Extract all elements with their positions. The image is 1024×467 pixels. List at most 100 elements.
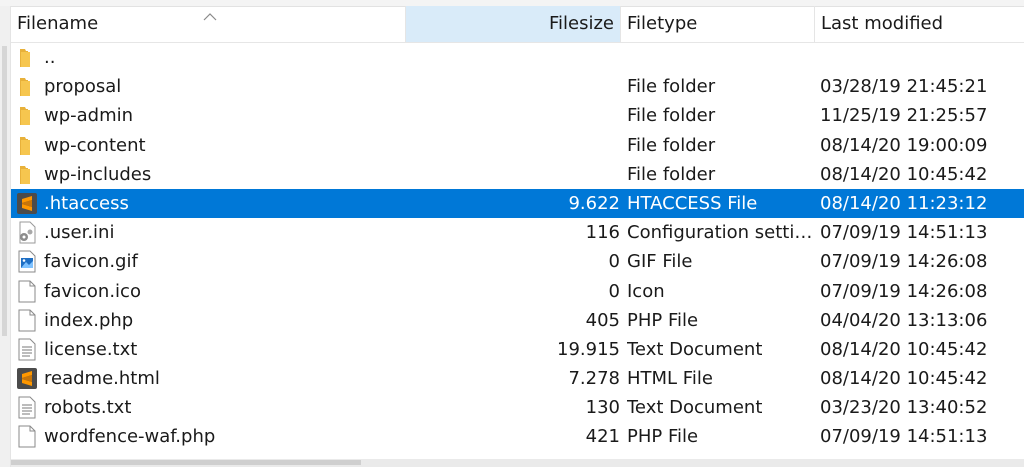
file-size: 421 <box>585 426 620 448</box>
file-type: Configuration settin... <box>627 222 815 244</box>
file-last-modified: 08/14/20 19:00:09 <box>820 134 988 156</box>
file-size: 116 <box>585 222 620 244</box>
file-name: favicon.gif <box>44 251 138 273</box>
horizontal-scrollbar-thumb[interactable] <box>11 460 361 465</box>
file-name: proposal <box>44 76 122 98</box>
file-size <box>406 160 620 189</box>
file-size: 0 <box>608 251 620 273</box>
file-type: File folder <box>627 163 716 185</box>
file-row[interactable]: favicon.gif 0 GIF File 07/09/19 14:26:08 <box>11 247 1024 276</box>
file-size: 19.915 <box>557 338 620 360</box>
blank-file-icon <box>16 309 38 332</box>
file-name: wp-includes <box>44 163 152 185</box>
file-row[interactable]: wp-includes File folder 08/14/20 10:45:42 <box>11 160 1024 189</box>
file-type: Text Document <box>627 397 763 419</box>
file-last-modified: 03/23/20 13:40:52 <box>820 397 988 419</box>
left-scrollbar[interactable] <box>0 6 11 467</box>
file-size: 9.622 <box>568 192 620 214</box>
file-type: HTACCESS File <box>627 192 758 214</box>
file-type: PHP File <box>627 426 699 448</box>
file-name: readme.html <box>44 368 160 390</box>
file-type: Icon <box>627 280 665 302</box>
file-row[interactable]: readme.html 7.278 HTML File 08/14/20 10:45:… <box>11 364 1024 393</box>
column-header-filesize-label: Filesize <box>548 13 614 34</box>
file-type: File folder <box>627 134 716 156</box>
file-row[interactable]: index.php 405 PHP File 04/04/20 13:13:06 <box>11 306 1024 335</box>
horizontal-scrollbar[interactable] <box>11 459 1024 467</box>
column-header-last-modified-label: Last modified <box>821 13 944 34</box>
folder-icon <box>16 46 38 69</box>
file-size: 0 <box>608 280 620 302</box>
file-size <box>406 72 620 101</box>
file-last-modified: 11/25/19 21:25:57 <box>820 105 988 127</box>
file-row[interactable]: robots.txt 130 Text Document 03/23/20 13:40… <box>11 393 1024 422</box>
file-name: wp-content <box>44 134 146 156</box>
sublime-file-icon <box>16 367 38 390</box>
column-header: Filename Filesize Filetype Last modified <box>11 6 1024 43</box>
column-header-filetype[interactable]: Filetype <box>621 6 815 42</box>
file-last-modified: 07/09/19 14:51:13 <box>820 426 988 448</box>
file-row[interactable]: wp-admin File folder 11/25/19 21:25:57 <box>11 101 1024 130</box>
file-type: File folder <box>627 76 716 98</box>
file-name: .user.ini <box>44 222 115 244</box>
folder-icon <box>16 163 38 186</box>
remote-file-list: Filename Filesize Filetype Last modified… <box>11 6 1024 467</box>
file-row[interactable]: proposal File folder 03/28/19 21:45:21 <box>11 72 1024 101</box>
file-size: 405 <box>585 309 620 331</box>
blank-file-icon <box>16 425 38 448</box>
image-file-icon <box>16 250 38 273</box>
column-header-last-modified[interactable]: Last modified <box>815 6 1024 42</box>
file-row[interactable]: .htaccess 9.622 HTACCESS File 08/14/20 11:2… <box>11 188 1024 219</box>
file-last-modified: 08/14/20 10:45:42 <box>820 368 988 390</box>
file-row[interactable]: favicon.ico 0 Icon 07/09/19 14:26:08 <box>11 277 1024 306</box>
column-header-filetype-label: Filetype <box>627 13 698 34</box>
file-size: 130 <box>585 397 620 419</box>
file-last-modified: 04/04/20 13:13:06 <box>820 309 988 331</box>
file-type: Text Document <box>627 338 763 360</box>
text-file-icon <box>16 396 38 419</box>
file-type: HTML File <box>627 368 713 390</box>
sublime-file-icon <box>16 192 38 215</box>
file-name: license.txt <box>44 338 138 360</box>
file-name: .. <box>44 47 56 68</box>
left-scrollbar-thumb[interactable] <box>2 46 7 336</box>
file-last-modified: 08/14/20 10:45:42 <box>820 163 988 185</box>
column-header-filesize[interactable]: Filesize <box>406 6 621 42</box>
file-name: robots.txt <box>44 397 132 419</box>
file-size <box>406 131 620 160</box>
file-last-modified: 08/14/20 11:23:12 <box>820 192 988 214</box>
column-header-filename-label: Filename <box>17 13 99 34</box>
blank-file-icon <box>16 280 38 303</box>
settings-file-icon <box>16 221 38 244</box>
file-size <box>406 101 620 130</box>
file-row[interactable]: .. <box>11 43 1024 72</box>
file-rows: .. proposal File folder 03/28/19 21:45:21 wp… <box>11 43 1024 452</box>
file-row[interactable]: license.txt 19.915 Text Document 08/14/20 1… <box>11 335 1024 364</box>
file-last-modified: 07/09/19 14:26:08 <box>820 251 988 273</box>
file-name: index.php <box>44 309 134 331</box>
folder-icon <box>16 104 38 127</box>
file-row[interactable]: wp-content File folder 08/14/20 19:00:09 <box>11 131 1024 160</box>
file-last-modified: 08/14/20 10:45:42 <box>820 338 988 360</box>
file-type: File folder <box>627 105 716 127</box>
file-type <box>627 43 815 72</box>
file-row[interactable]: .user.ini 116 Configuration settin... 07/09… <box>11 218 1024 247</box>
file-last-modified <box>820 43 1020 72</box>
file-name: .htaccess <box>44 192 129 214</box>
folder-icon <box>16 75 38 98</box>
file-last-modified: 07/09/19 14:51:13 <box>820 222 988 244</box>
file-last-modified: 07/09/19 14:26:08 <box>820 280 988 302</box>
file-last-modified: 03/28/19 21:45:21 <box>820 76 988 98</box>
file-row[interactable]: wordfence-waf.php 421 PHP File 07/09/19 14:… <box>11 422 1024 451</box>
column-header-filename[interactable]: Filename <box>11 6 406 42</box>
file-name: favicon.ico <box>44 280 141 302</box>
file-size: 7.278 <box>568 368 620 390</box>
folder-icon <box>16 134 38 157</box>
sort-ascending-icon <box>203 13 217 21</box>
file-name: wp-admin <box>44 105 134 127</box>
file-name: wordfence-waf.php <box>44 426 216 448</box>
file-type: PHP File <box>627 309 699 331</box>
file-size <box>406 43 620 72</box>
file-type: GIF File <box>627 251 693 273</box>
text-file-icon <box>16 338 38 361</box>
